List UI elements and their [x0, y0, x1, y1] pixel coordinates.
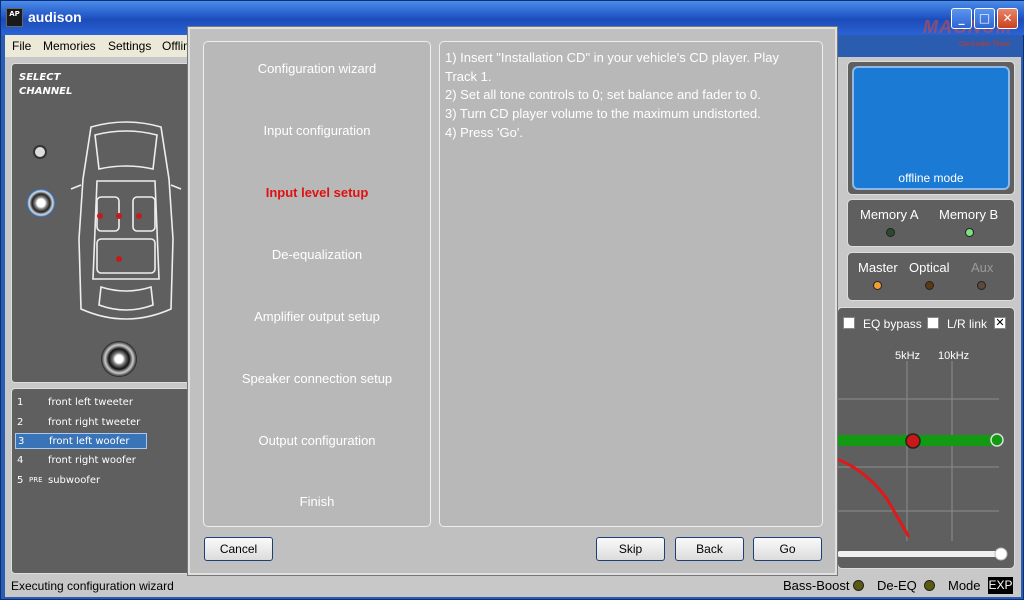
- channel-item[interactable]: 3 front left woofer: [15, 433, 147, 449]
- de-eq-label: De-EQ: [877, 578, 917, 593]
- wizard-step: Input configuration: [263, 123, 371, 138]
- wizard-step: Finish: [299, 494, 335, 509]
- memory-b-label[interactable]: Memory B: [939, 207, 998, 222]
- channel-number: 3: [18, 436, 25, 447]
- channel-number: 2: [17, 417, 24, 428]
- instruction-line: 1) Insert "Installation CD" in your vehi…: [445, 50, 779, 65]
- bass-boost-led: [853, 580, 864, 591]
- woofer-speaker-icon[interactable]: [27, 189, 55, 217]
- lr-link-checkbox[interactable]: [927, 317, 939, 329]
- channel-number: 5: [17, 475, 24, 486]
- eq-bypass-label: EQ bypass: [863, 317, 922, 331]
- exp-mode-badge[interactable]: EXP: [988, 577, 1013, 594]
- wizard-steps-panel: [203, 41, 431, 527]
- eq-bypass-checkbox[interactable]: [843, 317, 855, 329]
- bass-boost-label: Bass-Boost: [783, 578, 850, 593]
- tweeter-speaker-icon[interactable]: [33, 145, 47, 159]
- menu-offline[interactable]: Offlin: [162, 39, 190, 53]
- memory-a-led: [886, 228, 895, 237]
- optical-led: [925, 281, 934, 290]
- close-x-icon[interactable]: ✕: [994, 317, 1006, 329]
- back-button[interactable]: Back: [675, 537, 744, 561]
- subwoofer-speaker-icon[interactable]: [101, 341, 137, 377]
- aux-led: [977, 281, 986, 290]
- eq-slider-track[interactable]: [837, 551, 1003, 557]
- wizard-step: Configuration wizard: [257, 61, 377, 76]
- wizard-step: Output configuration: [258, 433, 376, 448]
- seat-dot: [136, 213, 142, 219]
- seat-dot: [116, 213, 122, 219]
- de-eq-led: [924, 580, 935, 591]
- aux-label: Aux: [971, 260, 994, 275]
- skip-button[interactable]: Skip: [596, 537, 665, 561]
- channel-item[interactable]: 1 front left tweeter: [15, 395, 147, 411]
- channel-label: front right tweeter: [48, 417, 141, 428]
- channel-label: front left woofer: [49, 436, 130, 447]
- instruction-line: 4) Press 'Go'.: [445, 125, 523, 140]
- memory-b-led: [965, 228, 974, 237]
- eq-graph: [837, 361, 1008, 561]
- seat-dot: [116, 256, 122, 262]
- menu-bar: File Memories Settings Offlin: [5, 35, 191, 57]
- app-window: AP audison MAGNUM CarAudio Team _ □ ✕ Fi…: [0, 0, 1024, 600]
- channel-item[interactable]: 4 front right woofer: [15, 453, 147, 469]
- seat-dot: [97, 213, 103, 219]
- lr-link-label: L/R link: [947, 317, 988, 331]
- channel-item[interactable]: 2 front right tweeter: [15, 415, 147, 431]
- channel-number: 4: [17, 455, 24, 466]
- go-button[interactable]: Go: [753, 537, 822, 561]
- cancel-button[interactable]: Cancel: [204, 537, 273, 561]
- eq-curve-red: [837, 457, 911, 538]
- channel-label: front left tweeter: [48, 397, 133, 408]
- wizard-step: De-equalization: [271, 247, 363, 262]
- select-channel-label: SELECT CHANNEL: [19, 72, 73, 97]
- display-mode-label: offline mode: [898, 171, 964, 185]
- maximize-button[interactable]: □: [974, 8, 995, 29]
- menu-settings[interactable]: Settings: [108, 39, 151, 53]
- wizard-step: Input level setup: [265, 185, 369, 200]
- master-led: [873, 281, 882, 290]
- eq-handle-right[interactable]: [990, 433, 1004, 447]
- eq-handle[interactable]: [905, 433, 921, 449]
- channel-label: subwoofer: [48, 475, 101, 486]
- menu-file[interactable]: File: [12, 39, 31, 53]
- channel-prefix: PRE: [29, 476, 43, 484]
- memory-a-label[interactable]: Memory A: [860, 207, 919, 222]
- instruction-line: 3) Turn CD player volume to the maximum …: [445, 106, 761, 121]
- instruction-line: Track 1.: [445, 69, 492, 84]
- status-message: Executing configuration wizard: [11, 579, 174, 593]
- close-button[interactable]: ✕: [997, 8, 1018, 29]
- app-icon: AP: [6, 8, 23, 27]
- master-label[interactable]: Master: [858, 260, 898, 275]
- mode-label: Mode: [948, 578, 981, 593]
- window-title: audison: [28, 9, 82, 25]
- instruction-line: 2) Set all tone controls to 0; set balan…: [445, 87, 761, 102]
- optical-label[interactable]: Optical: [909, 260, 949, 275]
- channel-label: front right woofer: [48, 455, 136, 466]
- minimize-button[interactable]: _: [951, 8, 972, 29]
- channel-item[interactable]: 5 PRE subwoofer: [15, 473, 147, 489]
- menu-memories[interactable]: Memories: [43, 39, 96, 53]
- brand-logo-sub: CarAudio Team: [959, 41, 1011, 48]
- wizard-step: Amplifier output setup: [254, 309, 380, 324]
- car-diagram: [70, 121, 182, 320]
- eq-slider-handle[interactable]: [994, 547, 1008, 561]
- channel-number: 1: [17, 397, 24, 408]
- wizard-step: Speaker connection setup: [241, 371, 393, 386]
